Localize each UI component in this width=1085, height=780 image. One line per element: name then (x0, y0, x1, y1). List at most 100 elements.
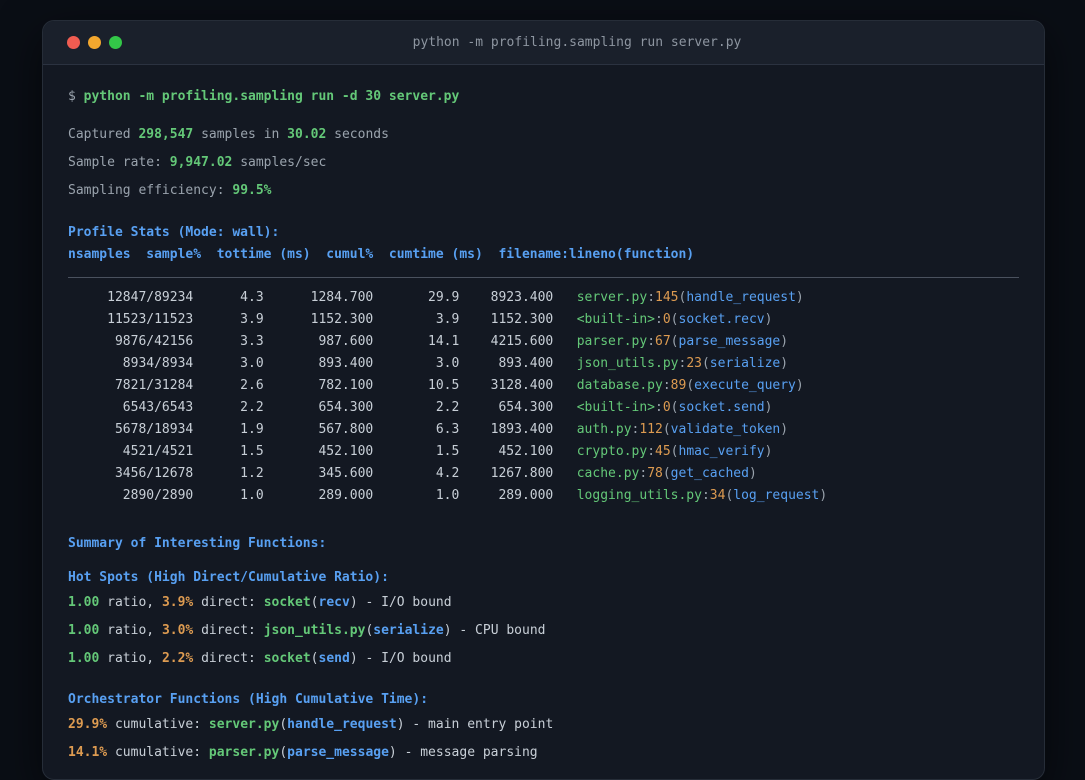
capture-summary: Captured 298,547 samples in 30.02 second… (68, 124, 1019, 202)
text-segment: Sample rate: (68, 155, 170, 170)
hot-note: - CPU bound (451, 623, 546, 638)
row-lineno: 0 (662, 400, 671, 415)
row-filename: auth.py (576, 422, 632, 437)
text-segment: ) (764, 444, 773, 459)
close-button[interactable] (67, 36, 80, 49)
table-column-header: nsamples sample% tottime (ms) cumul% cum… (68, 247, 695, 262)
row-lineno: 23 (686, 356, 702, 371)
row-metrics: 5678/18934 1.9 567.800 6.3 1893.400 (68, 422, 577, 437)
row-metrics: 4521/4521 1.5 452.100 1.5 452.100 (68, 444, 577, 459)
orch-function: parse_message (287, 745, 389, 760)
maximize-button[interactable] (109, 36, 122, 49)
row-function: serialize (709, 356, 781, 371)
table-row: 6543/6543 2.2 654.300 2.2 654.300 <built… (68, 397, 1019, 419)
text-segment: : (647, 290, 656, 305)
summary-line: Sample rate: 9,947.02 samples/sec (68, 152, 1019, 174)
orch-cumulative-pct: 14.1% (68, 745, 108, 760)
row-lineno: 78 (647, 466, 663, 481)
row-filename: json_utils.py (576, 356, 679, 371)
text-segment: ) (748, 466, 757, 481)
terminal-window: python -m profiling.sampling run server.… (42, 20, 1045, 780)
hot-function: serialize (373, 623, 444, 638)
hot-module: socket (263, 651, 311, 666)
text-segment: direct: (193, 595, 264, 610)
minimize-button[interactable] (88, 36, 101, 49)
row-metrics: 6543/6543 2.2 654.300 2.2 654.300 (68, 400, 577, 415)
window-title: python -m profiling.sampling run server.… (412, 35, 742, 50)
text-segment: ) (764, 312, 773, 327)
text-segment: ratio, (99, 595, 162, 610)
hot-spots-list: 1.00 ratio, 3.9% direct: socket(recv) - … (68, 592, 1019, 670)
row-metrics: 11523/11523 3.9 1152.300 3.9 1152.300 (68, 312, 577, 327)
row-filename: logging_utils.py (576, 488, 702, 503)
text-segment: seconds (326, 127, 389, 142)
summary-header: Summary of Interesting Functions: (68, 536, 327, 551)
text-segment: 9,947.02 (169, 155, 233, 170)
text-segment: ) (388, 745, 397, 760)
text-segment: ( (310, 651, 319, 666)
text-segment: Sampling efficiency: (68, 183, 233, 198)
hot-direct-pct: 3.9% (161, 595, 194, 610)
hot-module: socket (263, 595, 311, 610)
text-segment: : (655, 312, 663, 327)
row-filename: <built-in> (576, 400, 656, 415)
row-function: validate_token (670, 422, 781, 437)
orch-function: handle_request (287, 717, 397, 732)
orchestrator-header: Orchestrator Functions (High Cumulative … (68, 692, 429, 707)
text-segment: ( (670, 312, 679, 327)
text-segment: 99.5% (232, 183, 272, 198)
text-segment: Captured (68, 127, 139, 142)
text-segment: ( (670, 400, 679, 415)
terminal-content: $ python -m profiling.sampling run -d 30… (43, 65, 1044, 764)
row-lineno: 45 (655, 444, 671, 459)
hot-spot-line: 1.00 ratio, 3.0% direct: json_utils.py(s… (68, 620, 1019, 642)
hot-direct-pct: 2.2% (161, 651, 194, 666)
hot-spot-line: 1.00 ratio, 2.2% direct: socket(send) - … (68, 648, 1019, 670)
text-segment: ) (349, 651, 358, 666)
text-segment: samples/sec (232, 155, 327, 170)
row-filename: parser.py (576, 334, 648, 349)
text-segment: ( (279, 745, 288, 760)
text-segment: ( (310, 595, 319, 610)
row-function: log_request (733, 488, 820, 503)
row-metrics: 12847/89234 4.3 1284.700 29.9 8923.400 (68, 290, 577, 305)
text-segment: : (662, 378, 671, 393)
text-segment: samples in (193, 127, 288, 142)
row-function: get_cached (670, 466, 749, 481)
table-row: 4521/4521 1.5 452.100 1.5 452.100 crypto… (68, 441, 1019, 463)
text-segment: ) (819, 488, 828, 503)
text-segment: ( (670, 444, 679, 459)
summary-line: Sampling efficiency: 99.5% (68, 180, 1019, 202)
text-segment: ( (662, 422, 671, 437)
text-segment: ) (443, 623, 452, 638)
hot-note: - I/O bound (357, 595, 452, 610)
row-filename: database.py (576, 378, 663, 393)
row-function: execute_query (694, 378, 796, 393)
row-filename: server.py (576, 290, 648, 305)
text-segment: ) (780, 422, 789, 437)
hot-spots-header: Hot Spots (High Direct/Cumulative Ratio)… (68, 570, 389, 585)
row-metrics: 8934/8934 3.0 893.400 3.0 893.400 (68, 356, 577, 371)
row-lineno: 67 (655, 334, 671, 349)
row-metrics: 3456/12678 1.2 345.600 4.2 1267.800 (68, 466, 577, 481)
text-segment: ratio, (99, 623, 162, 638)
hot-function: send (318, 651, 350, 666)
hot-module: json_utils.py (263, 623, 366, 638)
profile-table: 12847/89234 4.3 1284.700 29.9 8923.400 s… (68, 287, 1019, 507)
command-line: $ python -m profiling.sampling run -d 30… (68, 86, 1019, 108)
table-row: 5678/18934 1.9 567.800 6.3 1893.400 auth… (68, 419, 1019, 441)
row-filename: crypto.py (576, 444, 648, 459)
hot-direct-pct: 3.0% (161, 623, 194, 638)
orchestrator-line: 29.9% cumulative: server.py(handle_reque… (68, 714, 1019, 736)
text-segment: ( (670, 334, 679, 349)
row-metrics: 7821/31284 2.6 782.100 10.5 3128.400 (68, 378, 577, 393)
hot-spot-line: 1.00 ratio, 3.9% direct: socket(recv) - … (68, 592, 1019, 614)
hot-ratio: 1.00 (68, 623, 100, 638)
terminal-titlebar[interactable]: python -m profiling.sampling run server.… (43, 21, 1044, 65)
text-segment: 298,547 (138, 127, 194, 142)
orch-note: - message parsing (396, 745, 538, 760)
text-segment: : (655, 400, 663, 415)
text-segment: ( (662, 466, 671, 481)
table-row: 12847/89234 4.3 1284.700 29.9 8923.400 s… (68, 287, 1019, 309)
text-segment: : (647, 334, 656, 349)
